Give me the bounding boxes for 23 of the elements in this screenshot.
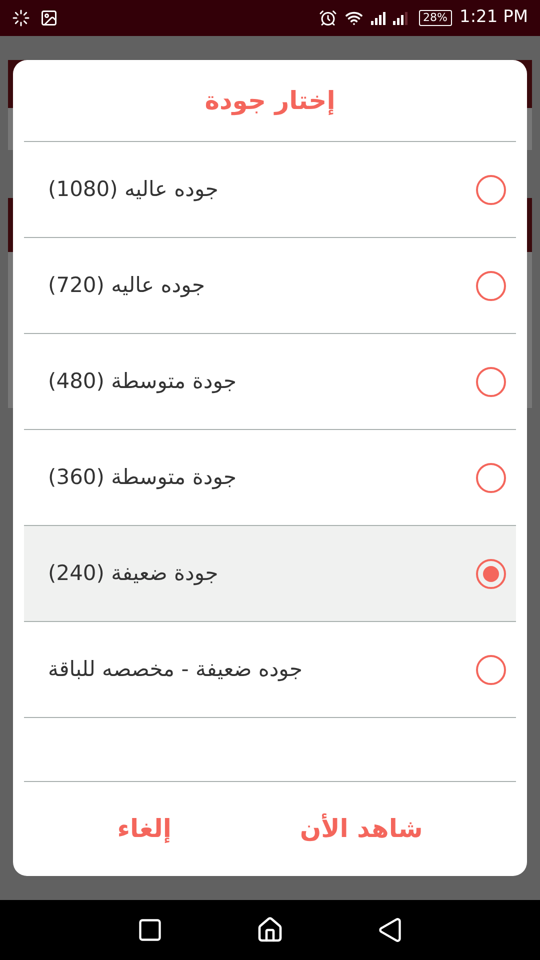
alarm-icon [319, 9, 338, 27]
radio-button[interactable] [476, 462, 506, 492]
radio-button[interactable] [476, 366, 506, 396]
option-label: جودة متوسطة (480) [48, 368, 237, 396]
dialog-title: إختار جودة [204, 84, 336, 118]
radio-button[interactable] [476, 654, 506, 684]
option-label: جودة ضعيفة (240) [48, 560, 218, 588]
radio-button[interactable] [476, 558, 506, 588]
home-icon[interactable] [256, 916, 284, 944]
quality-option[interactable]: جودة ضعيفة (240) [24, 526, 516, 622]
radio-button[interactable] [476, 270, 506, 300]
option-label: جودة متوسطة (360) [48, 464, 237, 492]
clock-text: 1:21 PM [460, 6, 528, 30]
option-label: جوده عاليه (720) [48, 272, 205, 300]
sync-icon [12, 9, 30, 27]
option-label: جوده عاليه (1080) [48, 176, 218, 204]
option-label: جوده ضعيفة - مخصصه للباقة [48, 656, 303, 684]
image-icon [40, 9, 58, 27]
radio-button[interactable] [476, 174, 506, 204]
battery-indicator: 28% [419, 10, 452, 26]
back-icon[interactable] [377, 917, 404, 943]
wifi-icon [345, 9, 364, 27]
recents-icon[interactable] [136, 917, 163, 943]
